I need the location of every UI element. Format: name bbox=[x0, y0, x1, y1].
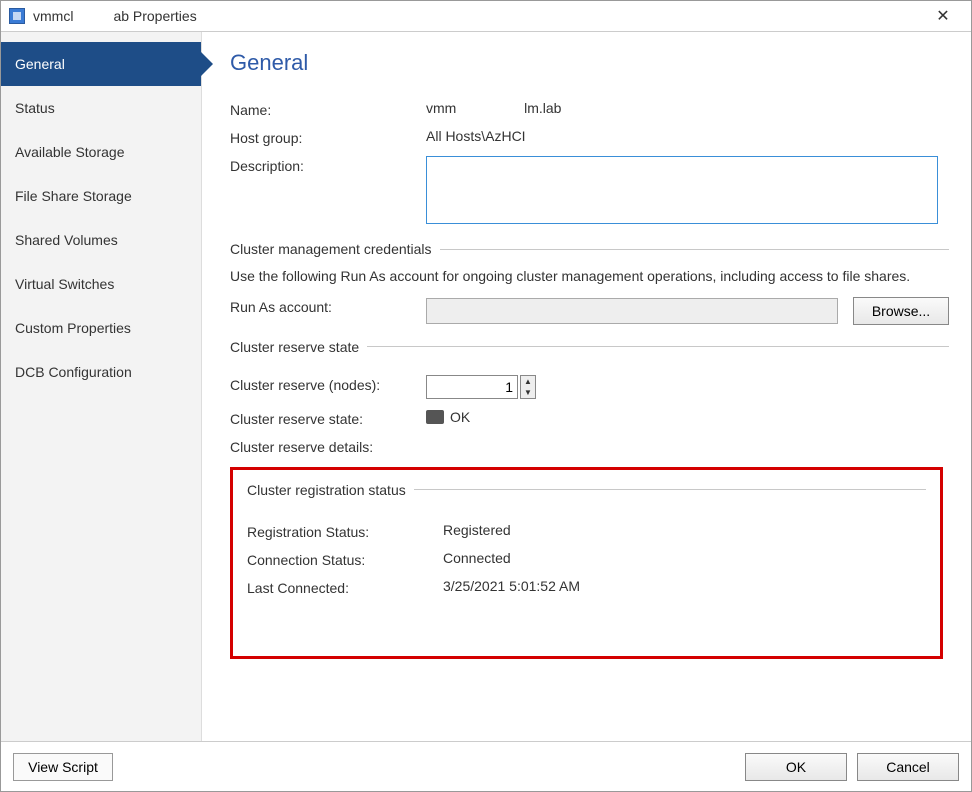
reserve-nodes-label: Cluster reserve (nodes): bbox=[230, 375, 426, 393]
registration-status-label: Registration Status: bbox=[247, 522, 443, 540]
footer: View Script OK Cancel bbox=[1, 741, 971, 791]
host-group-label: Host group: bbox=[230, 128, 426, 146]
description-label: Description: bbox=[230, 156, 426, 174]
sidebar-item-status[interactable]: Status bbox=[1, 86, 201, 130]
sidebar-item-label: Status bbox=[15, 100, 55, 116]
reserve-nodes-stepper[interactable]: ▲ ▼ bbox=[426, 375, 536, 399]
window-title-left: vmmcl bbox=[33, 8, 73, 24]
connection-status-value: Connected bbox=[443, 550, 926, 566]
connection-status-label: Connection Status: bbox=[247, 550, 443, 568]
reserve-nodes-input[interactable] bbox=[426, 375, 518, 399]
page-title: General bbox=[230, 50, 949, 76]
reserve-details-label: Cluster reserve details: bbox=[230, 437, 426, 455]
cluster-mgmt-help: Use the following Run As account for ong… bbox=[230, 267, 949, 287]
host-group-value: All Hosts\AzHCI bbox=[426, 128, 949, 144]
sidebar: General Status Available Storage File Sh… bbox=[1, 32, 202, 741]
registration-highlight: Cluster registration status Registration… bbox=[230, 467, 943, 659]
section-title: Cluster reserve state bbox=[230, 339, 359, 355]
sidebar-item-label: Virtual Switches bbox=[15, 276, 114, 292]
sidebar-item-dcb-configuration[interactable]: DCB Configuration bbox=[1, 350, 201, 394]
sidebar-item-label: Available Storage bbox=[15, 144, 124, 160]
section-cluster-reserve: Cluster reserve state bbox=[230, 339, 949, 355]
description-input[interactable] bbox=[426, 156, 938, 224]
name-value: vmm lm.lab bbox=[426, 100, 949, 116]
run-as-label: Run As account: bbox=[230, 297, 426, 315]
reserve-state-label: Cluster reserve state: bbox=[230, 409, 426, 427]
spin-down-icon[interactable]: ▼ bbox=[521, 387, 535, 398]
titlebar: vmmcl ab Properties ✕ bbox=[1, 1, 971, 32]
sidebar-item-label: Custom Properties bbox=[15, 320, 131, 336]
app-icon bbox=[9, 8, 25, 24]
browse-button[interactable]: Browse... bbox=[853, 297, 949, 325]
close-button[interactable]: ✕ bbox=[923, 6, 963, 26]
view-script-button[interactable]: View Script bbox=[13, 753, 113, 781]
cluster-node-icon bbox=[426, 410, 444, 424]
ok-button[interactable]: OK bbox=[745, 753, 847, 781]
name-label: Name: bbox=[230, 100, 426, 118]
section-title: Cluster registration status bbox=[247, 482, 406, 498]
sidebar-item-shared-volumes[interactable]: Shared Volumes bbox=[1, 218, 201, 262]
spin-up-icon[interactable]: ▲ bbox=[521, 376, 535, 387]
window-title-right: ab Properties bbox=[113, 8, 196, 24]
reserve-state-value: OK bbox=[426, 409, 949, 425]
sidebar-item-custom-properties[interactable]: Custom Properties bbox=[1, 306, 201, 350]
sidebar-item-available-storage[interactable]: Available Storage bbox=[1, 130, 201, 174]
section-title: Cluster management credentials bbox=[230, 241, 432, 257]
properties-window: vmmcl ab Properties ✕ General Status Ava… bbox=[0, 0, 972, 792]
content-pane: General Name: vmm lm.lab Host group: All… bbox=[202, 32, 971, 741]
sidebar-item-label: DCB Configuration bbox=[15, 364, 132, 380]
section-cluster-mgmt: Cluster management credentials bbox=[230, 241, 949, 257]
cancel-button[interactable]: Cancel bbox=[857, 753, 959, 781]
section-cluster-registration: Cluster registration status bbox=[247, 482, 926, 498]
last-connected-value: 3/25/2021 5:01:52 AM bbox=[443, 578, 926, 594]
sidebar-item-label: Shared Volumes bbox=[15, 232, 118, 248]
registration-status-value: Registered bbox=[443, 522, 926, 538]
sidebar-item-file-share-storage[interactable]: File Share Storage bbox=[1, 174, 201, 218]
window-body: General Status Available Storage File Sh… bbox=[1, 32, 971, 741]
sidebar-item-virtual-switches[interactable]: Virtual Switches bbox=[1, 262, 201, 306]
sidebar-item-label: General bbox=[15, 56, 65, 72]
sidebar-item-label: File Share Storage bbox=[15, 188, 132, 204]
last-connected-label: Last Connected: bbox=[247, 578, 443, 596]
sidebar-item-general[interactable]: General bbox=[1, 42, 201, 86]
run-as-input[interactable] bbox=[426, 298, 838, 324]
